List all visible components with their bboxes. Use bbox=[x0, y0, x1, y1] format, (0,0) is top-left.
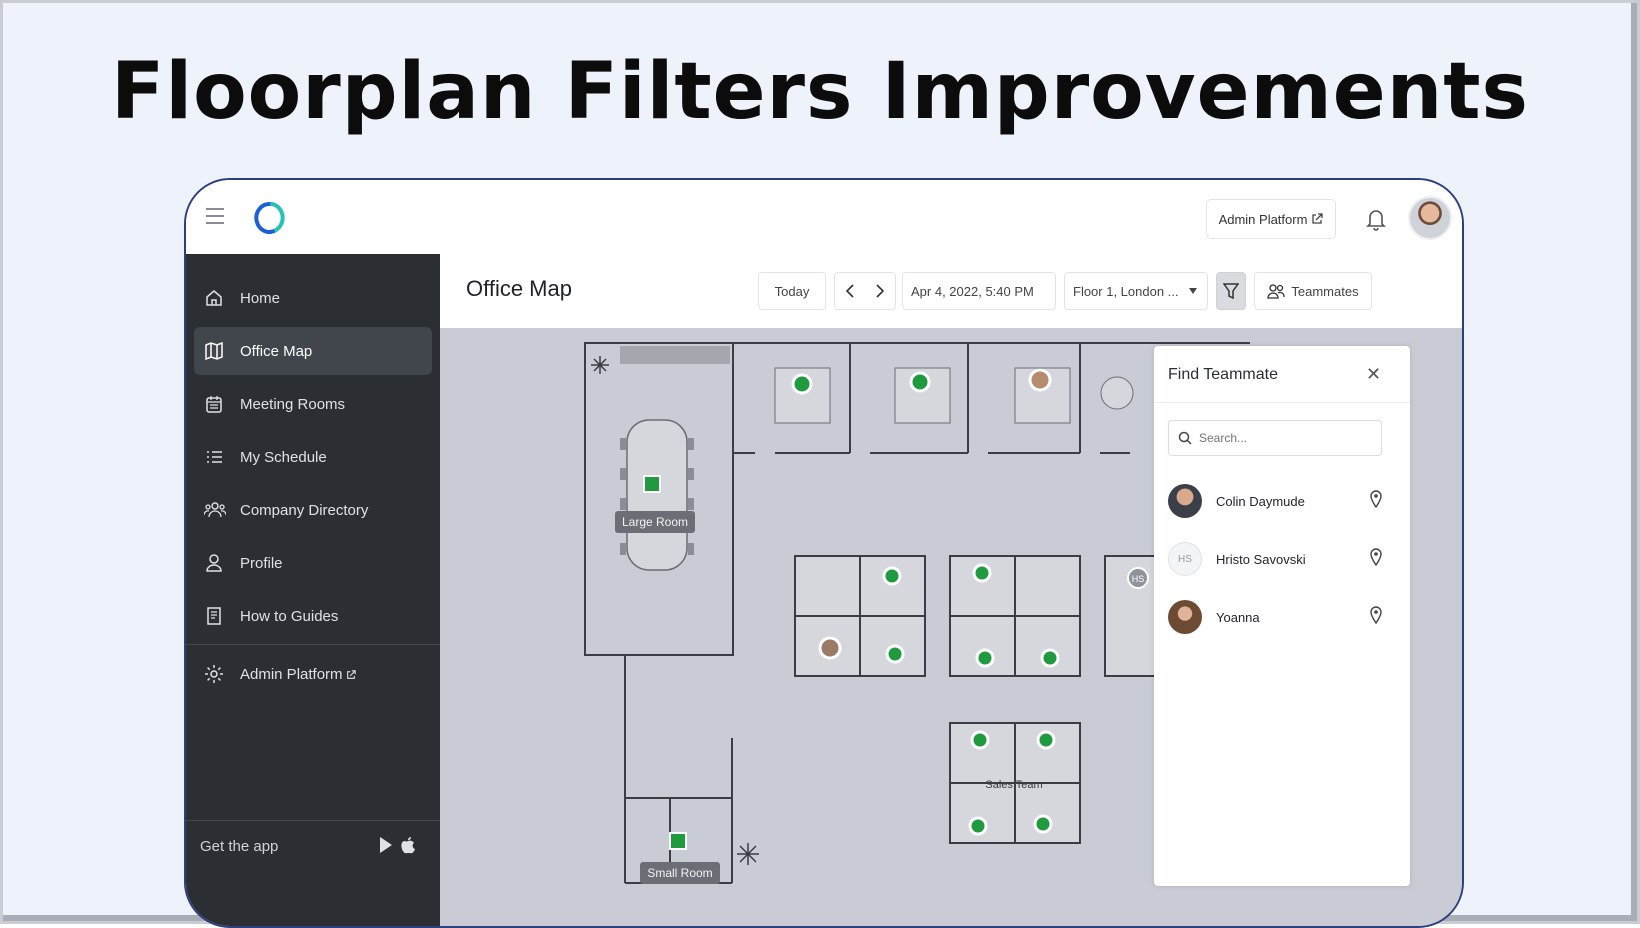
desk-available-marker[interactable] bbox=[1040, 648, 1060, 668]
conference-table bbox=[626, 419, 688, 571]
desk-available-marker[interactable] bbox=[885, 644, 905, 664]
sidebar-divider bbox=[186, 820, 440, 821]
desk-available-marker[interactable] bbox=[882, 566, 902, 586]
chevron-left-icon[interactable] bbox=[845, 284, 855, 298]
desk-initials-label: HS bbox=[1132, 574, 1145, 584]
user-avatar[interactable] bbox=[1408, 196, 1452, 240]
teammate-search bbox=[1168, 420, 1382, 456]
bell-icon[interactable] bbox=[1364, 206, 1388, 232]
sidebar-item-meeting-rooms[interactable]: Meeting Rooms bbox=[194, 380, 432, 428]
office-desk bbox=[774, 367, 831, 424]
external-link-icon bbox=[347, 670, 356, 679]
round-table bbox=[1100, 376, 1134, 410]
desk-available-marker[interactable] bbox=[970, 730, 990, 750]
filter-icon bbox=[1223, 283, 1239, 300]
plant-icon bbox=[737, 843, 759, 865]
top-bar: Admin Platform bbox=[186, 180, 1462, 254]
small-room-marker[interactable] bbox=[669, 832, 687, 850]
sidebar: Home Office Map Meeting Rooms My Schedul… bbox=[186, 254, 440, 926]
logo-icon bbox=[254, 202, 285, 234]
location-pin-icon[interactable] bbox=[1370, 606, 1382, 624]
desk-occupied-avatar[interactable] bbox=[818, 636, 842, 660]
teammate-avatar bbox=[1168, 600, 1202, 634]
today-button[interactable]: Today bbox=[758, 272, 826, 310]
desk-available-marker[interactable] bbox=[1033, 814, 1053, 834]
desk-available-marker[interactable] bbox=[975, 648, 995, 668]
teammate-avatar bbox=[1168, 484, 1202, 518]
panel-title: Find Teammate bbox=[1168, 366, 1278, 383]
date-nav bbox=[834, 272, 896, 310]
office-floorplan[interactable]: Large Room HS Sales Team Small Room Find… bbox=[440, 328, 1462, 926]
find-teammate-panel: Find Teammate ✕ Colin Daymude HS Hristo bbox=[1154, 346, 1410, 886]
desk-available-marker[interactable] bbox=[909, 371, 931, 393]
get-the-app-label: Get the app bbox=[200, 838, 279, 855]
list-icon bbox=[207, 451, 222, 463]
google-play-icon[interactable] bbox=[378, 836, 394, 854]
map-icon bbox=[205, 341, 223, 361]
datetime-picker[interactable]: Apr 4, 2022, 5:40 PM bbox=[902, 272, 1056, 310]
slide: Floorplan Filters Improvements Admin Pla… bbox=[0, 0, 1640, 928]
sidebar-item-my-schedule[interactable]: My Schedule bbox=[194, 433, 432, 481]
desk-cluster bbox=[794, 555, 926, 677]
plant-icon bbox=[591, 356, 609, 374]
desk-available-marker[interactable] bbox=[972, 563, 992, 583]
teammate-row[interactable]: Colin Daymude bbox=[1168, 478, 1388, 526]
caret-down-icon bbox=[1189, 288, 1197, 294]
sidebar-item-office-map[interactable]: Office Map bbox=[194, 327, 432, 375]
page-title: Office Map bbox=[466, 276, 572, 301]
teammates-icon bbox=[1267, 284, 1286, 299]
desk-occupied-avatar[interactable] bbox=[1028, 368, 1052, 392]
sales-team-label: Sales Team bbox=[985, 779, 1042, 791]
large-room-label: Large Room bbox=[622, 515, 688, 529]
panel-divider bbox=[1154, 402, 1410, 403]
app-window: Admin Platform Home Office Map Meeting R… bbox=[184, 178, 1464, 928]
teammate-row[interactable]: Yoanna bbox=[1168, 594, 1388, 642]
user-icon bbox=[206, 554, 222, 572]
desk-available-marker[interactable] bbox=[968, 816, 988, 836]
book-icon bbox=[207, 607, 221, 625]
desk-available-marker[interactable] bbox=[1036, 730, 1056, 750]
close-icon[interactable]: ✕ bbox=[1366, 364, 1381, 385]
admin-platform-button[interactable]: Admin Platform bbox=[1206, 199, 1336, 239]
slide-title: Floorplan Filters Improvements bbox=[111, 47, 1529, 137]
teammates-button[interactable]: Teammates bbox=[1254, 272, 1372, 310]
large-room-marker[interactable] bbox=[643, 475, 661, 493]
home-icon bbox=[206, 290, 222, 306]
sidebar-divider bbox=[186, 644, 440, 645]
filter-button[interactable] bbox=[1216, 272, 1246, 310]
search-icon bbox=[1178, 431, 1192, 445]
map-toolbar: Office Map Today Apr 4, 2022, 5:40 PM Fl… bbox=[440, 254, 1462, 328]
sidebar-item-profile[interactable]: Profile bbox=[194, 539, 432, 587]
menu-icon[interactable] bbox=[206, 208, 224, 224]
floor-select[interactable]: Floor 1, London ... bbox=[1064, 272, 1208, 310]
location-pin-icon[interactable] bbox=[1370, 548, 1382, 566]
sidebar-item-admin-platform[interactable]: Admin Platform bbox=[194, 650, 432, 698]
chevron-right-icon[interactable] bbox=[875, 284, 885, 298]
apple-icon[interactable] bbox=[400, 836, 416, 854]
teammate-initials-avatar: HS bbox=[1168, 542, 1202, 576]
office-desk bbox=[894, 367, 951, 424]
large-room-header bbox=[620, 346, 730, 364]
app-store-links bbox=[378, 836, 416, 854]
sidebar-item-home[interactable]: Home bbox=[194, 274, 432, 322]
people-icon bbox=[204, 502, 226, 518]
desk-cluster bbox=[949, 555, 1081, 677]
external-link-icon bbox=[1312, 213, 1324, 224]
location-pin-icon[interactable] bbox=[1370, 490, 1382, 508]
teammate-search-input[interactable] bbox=[1197, 430, 1371, 446]
desk-available-marker[interactable] bbox=[791, 373, 813, 395]
gear-icon bbox=[205, 665, 223, 683]
small-room-label: Small Room bbox=[647, 866, 712, 880]
admin-platform-label: Admin Platform bbox=[1218, 211, 1308, 227]
sidebar-item-how-to-guides[interactable]: How to Guides bbox=[194, 592, 432, 640]
office-desk bbox=[1014, 367, 1071, 424]
teammate-row[interactable]: HS Hristo Savovski bbox=[1168, 536, 1388, 584]
calendar-icon bbox=[206, 396, 222, 413]
sidebar-item-company-directory[interactable]: Company Directory bbox=[194, 486, 432, 534]
